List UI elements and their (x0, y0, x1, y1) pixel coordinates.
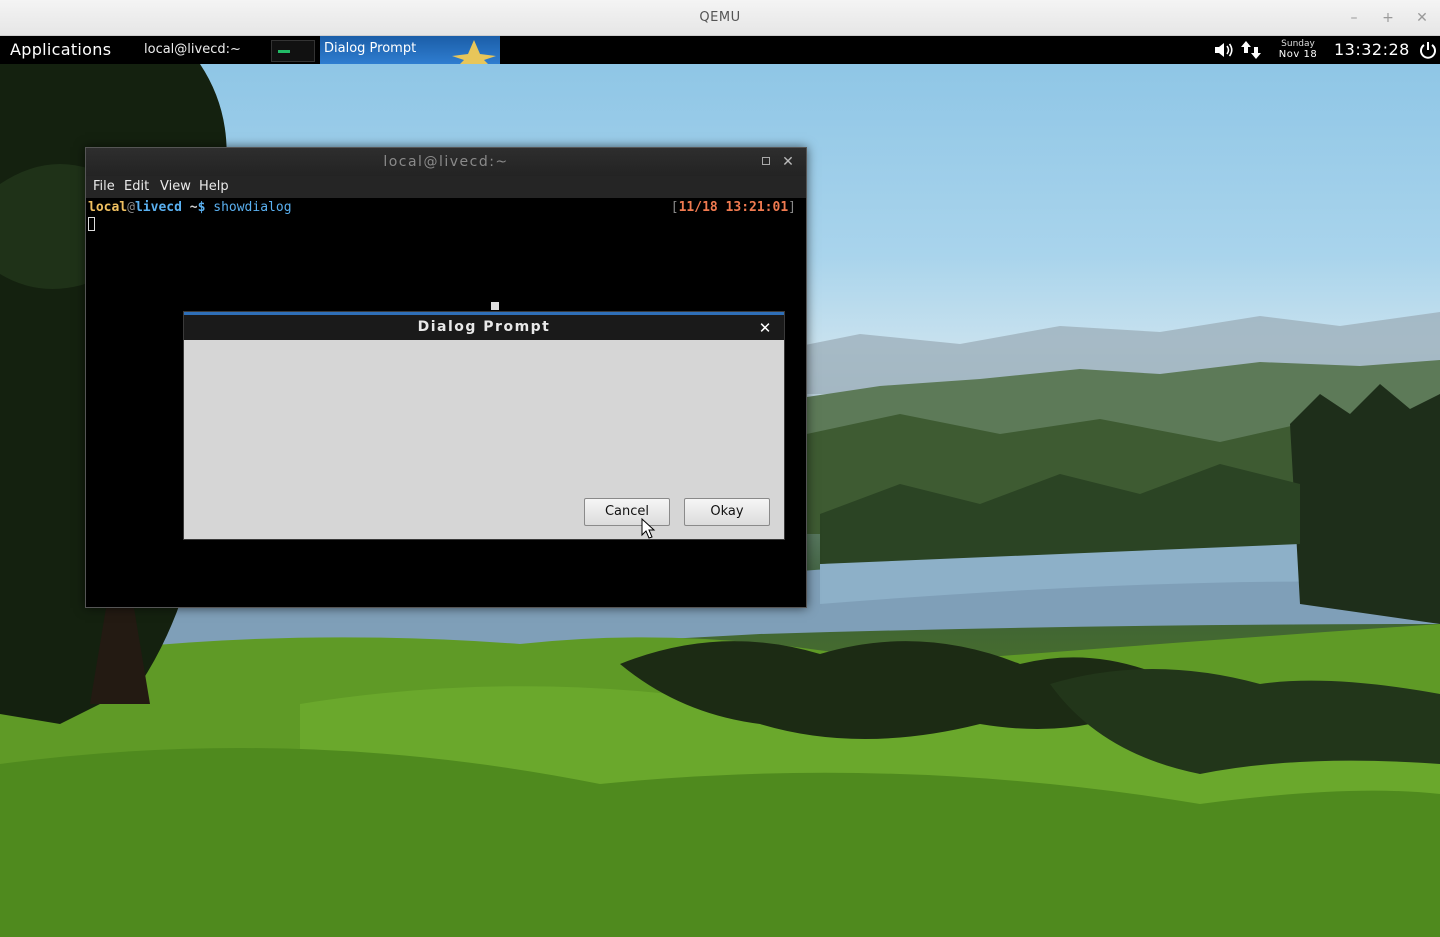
menu-view[interactable]: View (160, 176, 191, 198)
timestamp-close: ] (788, 200, 796, 215)
prompt-user: local (88, 200, 128, 215)
terminal-thumbnail-icon[interactable] (271, 40, 315, 62)
terminal-timestamp: [11/18 13:21:01] (671, 200, 796, 216)
terminal-menubar: File Edit View Help (86, 176, 806, 198)
qemu-maximize-button[interactable]: + (1373, 0, 1403, 36)
date-month-day: Nov 18 (1278, 49, 1318, 60)
terminal-titlebar[interactable]: local@livecd:~ ✕ (86, 148, 806, 176)
taskbar-item-terminal[interactable]: local@livecd:~ (144, 36, 241, 64)
mouse-pointer-icon (641, 518, 656, 539)
applications-menu[interactable]: Applications (10, 36, 111, 64)
dialog-prompt-window[interactable]: Dialog Prompt ✕ Cancel Okay (183, 311, 785, 540)
dialog-titlebar[interactable]: Dialog Prompt ✕ (184, 312, 784, 340)
prompt-host: livecd (134, 200, 182, 215)
qemu-minimize-button[interactable]: – (1339, 0, 1369, 36)
panel-date[interactable]: Sunday Nov 18 (1272, 39, 1324, 60)
cancel-button[interactable]: Cancel (584, 498, 670, 526)
qemu-title: QEMU (699, 10, 741, 25)
maximize-icon[interactable] (762, 157, 770, 165)
terminal-marker (491, 302, 499, 310)
dialog-title: Dialog Prompt (417, 319, 551, 335)
star-icon (452, 40, 496, 64)
menu-file[interactable]: File (93, 176, 115, 198)
power-icon[interactable] (1418, 40, 1438, 60)
menu-help[interactable]: Help (199, 176, 229, 198)
timestamp-value: 11/18 13:21:01 (678, 200, 789, 215)
top-panel: Applications local@livecd:~ Dialog Promp… (0, 36, 1440, 64)
qemu-close-button[interactable]: ✕ (1407, 0, 1437, 36)
qemu-titlebar: QEMU – + ✕ (0, 0, 1440, 36)
date-day: Sunday (1281, 39, 1315, 49)
prompt-command: showdialog (205, 200, 292, 215)
network-icon[interactable] (1240, 40, 1262, 60)
taskbar-item-dialog-prompt[interactable]: Dialog Prompt (320, 36, 500, 64)
prompt-at: @ (127, 200, 135, 215)
terminal-prompt-line: local@livecd ~$ showdialog (88, 200, 292, 216)
prompt-path: ~ (181, 200, 198, 215)
timestamp-open: [ (670, 200, 679, 215)
menu-edit[interactable]: Edit (124, 176, 149, 198)
taskbar-item-label: Dialog Prompt (324, 41, 417, 56)
dialog-close-icon[interactable]: ✕ (756, 317, 774, 339)
panel-clock[interactable]: 13:32:28 (1334, 36, 1410, 64)
volume-icon[interactable] (1213, 40, 1235, 60)
terminal-cursor (88, 217, 95, 231)
terminal-close-icon[interactable]: ✕ (780, 152, 796, 172)
okay-button[interactable]: Okay (684, 498, 770, 526)
terminal-title: local@livecd:~ (383, 154, 509, 170)
